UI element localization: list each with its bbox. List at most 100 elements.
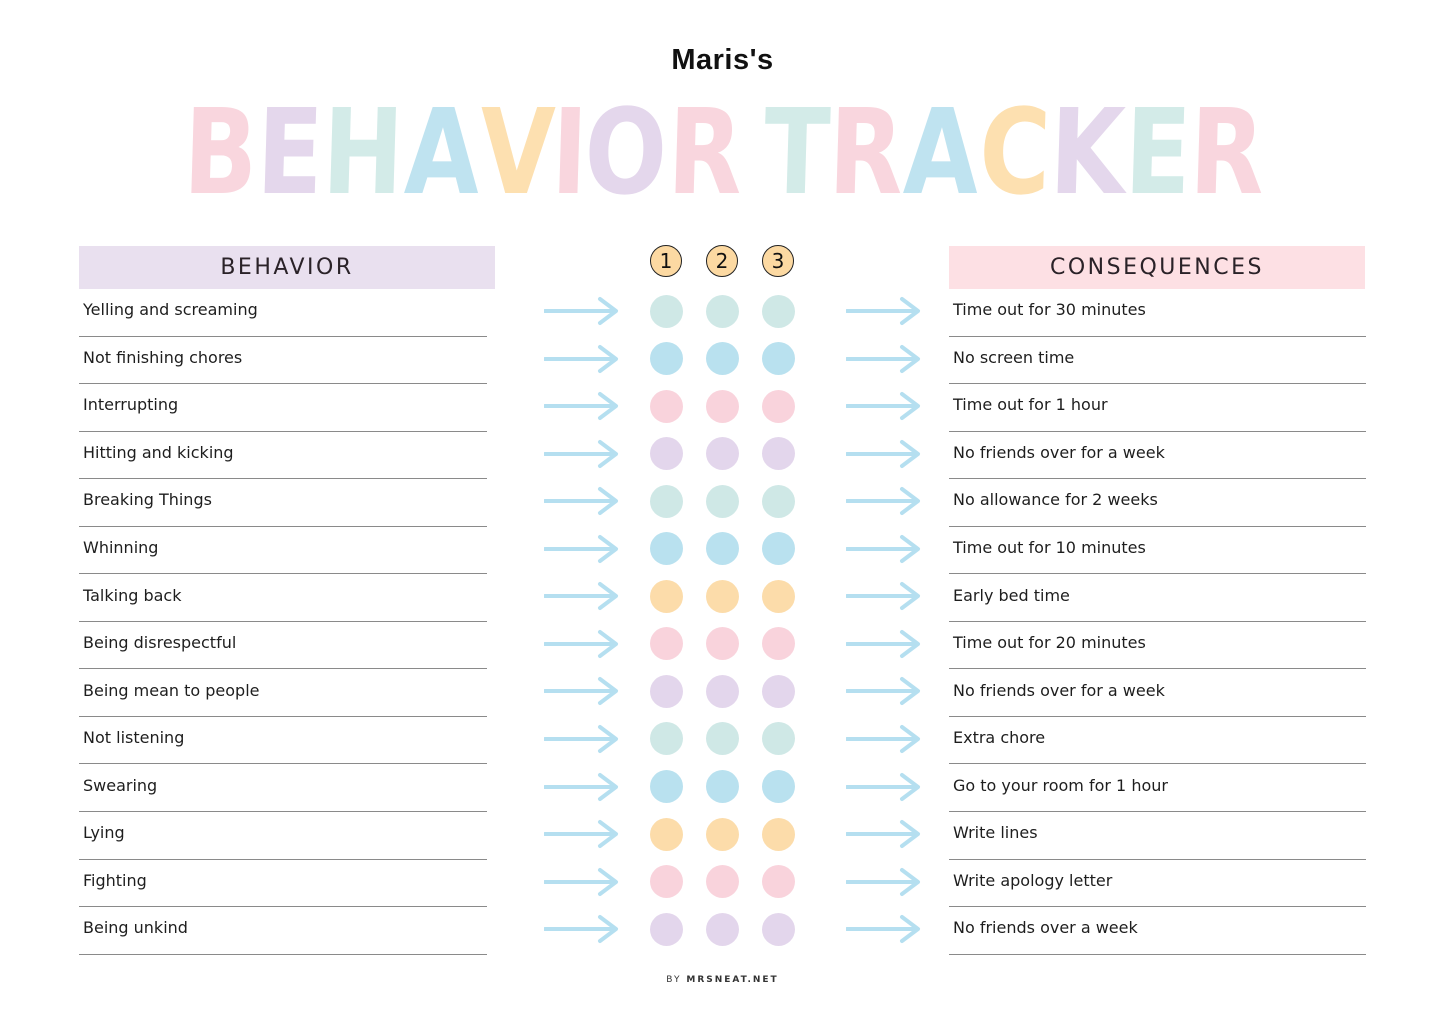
- strike-dot[interactable]: [762, 627, 795, 661]
- strike-dot[interactable]: [706, 627, 739, 661]
- strike-dot[interactable]: [762, 437, 795, 471]
- consequence-list: Time out for 30 minutes No screen time Tim…: [949, 289, 1366, 955]
- consequence-text: Write apology letter: [953, 870, 1113, 890]
- arrow-right-icon: [846, 724, 920, 753]
- behavior-text: Yelling and screaming: [83, 300, 258, 320]
- page-title: BEHAVIOR TRACKER: [0, 83, 1445, 221]
- strike-dot[interactable]: [762, 532, 795, 566]
- title-letter: R: [665, 83, 742, 221]
- arrow-right-icon: [544, 867, 618, 896]
- title-letter: I: [549, 83, 587, 221]
- consequence-text: No allowance for 2 weeks: [953, 490, 1158, 510]
- consequence-text: No friends over a week: [953, 918, 1138, 938]
- consequence-row: Time out for 20 minutes: [949, 622, 1366, 670]
- behavior-row: Fighting: [79, 860, 487, 908]
- strike-dot[interactable]: [762, 294, 795, 328]
- strike-dot[interactable]: [762, 579, 795, 613]
- strike-dot[interactable]: [706, 484, 739, 518]
- consequence-row: No friends over for a week: [949, 669, 1366, 717]
- arrow-right-icon: [846, 582, 920, 611]
- strike-dot[interactable]: [650, 342, 683, 376]
- strike-dot[interactable]: [650, 817, 683, 851]
- behavior-row: Whinning: [79, 527, 487, 575]
- behavior-header: BEHAVIOR: [79, 246, 495, 289]
- strike-dot[interactable]: [706, 389, 739, 423]
- title-letter: K: [1048, 83, 1124, 221]
- arrow-right-icon: [544, 582, 618, 611]
- arrow-right-icon: [846, 487, 920, 516]
- behavior-text: Breaking Things: [83, 490, 212, 510]
- strike-dot[interactable]: [706, 912, 739, 946]
- consequence-text: No friends over for a week: [953, 442, 1165, 462]
- strike-dot[interactable]: [762, 722, 795, 756]
- strike-dot[interactable]: [650, 294, 683, 328]
- behavior-row: Lying: [79, 812, 487, 860]
- strike-dot[interactable]: [706, 579, 739, 613]
- strike-dot[interactable]: [650, 389, 683, 423]
- strike-dot[interactable]: [650, 770, 683, 803]
- strike-dot[interactable]: [762, 817, 795, 851]
- strike-dot[interactable]: [650, 865, 683, 899]
- behavior-row: Not listening: [79, 717, 487, 765]
- strike-dot[interactable]: [762, 342, 795, 376]
- strike-dot[interactable]: [650, 579, 683, 613]
- strike-dot[interactable]: [706, 342, 739, 376]
- strike-dot[interactable]: [650, 627, 683, 661]
- strike-dot[interactable]: [650, 532, 683, 566]
- consequence-row: No allowance for 2 weeks: [949, 479, 1366, 527]
- behavior-text: Fighting: [83, 870, 147, 890]
- strike-dot[interactable]: [706, 865, 739, 899]
- strike-dot[interactable]: [706, 294, 739, 328]
- behavior-row: Swearing: [79, 764, 487, 813]
- arrow-right-icon: [846, 534, 920, 563]
- behavior-text: Interrupting: [83, 395, 179, 415]
- arrow-right-icon: [544, 915, 618, 944]
- title-letter: E: [1122, 83, 1190, 221]
- behavior-row: Being unkind: [79, 907, 487, 955]
- behavior-row: Interrupting: [79, 384, 487, 432]
- arrow-right-icon: [846, 915, 920, 944]
- strike-dot[interactable]: [706, 770, 739, 803]
- behavior-text: Being unkind: [83, 918, 188, 938]
- arrow-right-icon: [846, 677, 920, 706]
- consequence-row: Time out for 10 minutes: [949, 527, 1366, 575]
- consequence-text: Time out for 10 minutes: [953, 538, 1146, 557]
- strike-dot[interactable]: [762, 484, 795, 518]
- consequence-row: Time out for 1 hour: [949, 384, 1366, 432]
- arrow-right-icon: [846, 772, 920, 801]
- behavior-text: Hitting and kicking: [83, 442, 234, 462]
- arrow-right-icon: [544, 487, 618, 516]
- footer-credit: BY MRSNEAT.NET: [0, 975, 1445, 985]
- strike-dot[interactable]: [762, 389, 795, 423]
- strike-dot[interactable]: [650, 674, 683, 708]
- behavior-text: Not finishing chores: [83, 347, 243, 367]
- consequence-text: No friends over for a week: [953, 680, 1165, 700]
- strike-dot[interactable]: [650, 722, 683, 756]
- strike-dot[interactable]: [706, 437, 739, 471]
- strike-dot[interactable]: [650, 912, 683, 946]
- title-letter: A: [403, 83, 479, 221]
- consequence-row: No friends over a week: [949, 907, 1366, 955]
- title-letter: A: [902, 83, 978, 221]
- arrow-right-icon: [544, 534, 618, 563]
- arrow-right-icon: [544, 392, 618, 421]
- strike-dot[interactable]: [650, 484, 683, 518]
- strike-dot[interactable]: [706, 674, 739, 708]
- behavior-row: Being mean to people: [79, 669, 487, 717]
- arrow-right-icon: [544, 629, 618, 658]
- strike-dot[interactable]: [706, 722, 739, 756]
- footer-brand: MRSNEAT.NET: [686, 975, 779, 985]
- consequence-text: Early bed time: [953, 585, 1070, 605]
- strike-dot[interactable]: [762, 770, 795, 803]
- strike-dot[interactable]: [650, 437, 683, 471]
- behavior-row: Yelling and screaming: [79, 289, 487, 337]
- strike-dot[interactable]: [706, 817, 739, 851]
- strike-dot[interactable]: [762, 865, 795, 899]
- owner-name: Maris's: [671, 44, 774, 76]
- arrow-right-icon: [846, 439, 920, 468]
- behavior-row: Being disrespectful: [79, 622, 487, 670]
- strike-dot[interactable]: [762, 674, 795, 708]
- strike-dot[interactable]: [706, 532, 739, 566]
- strike-dot[interactable]: [762, 912, 795, 946]
- behavior-text: Lying: [83, 823, 125, 843]
